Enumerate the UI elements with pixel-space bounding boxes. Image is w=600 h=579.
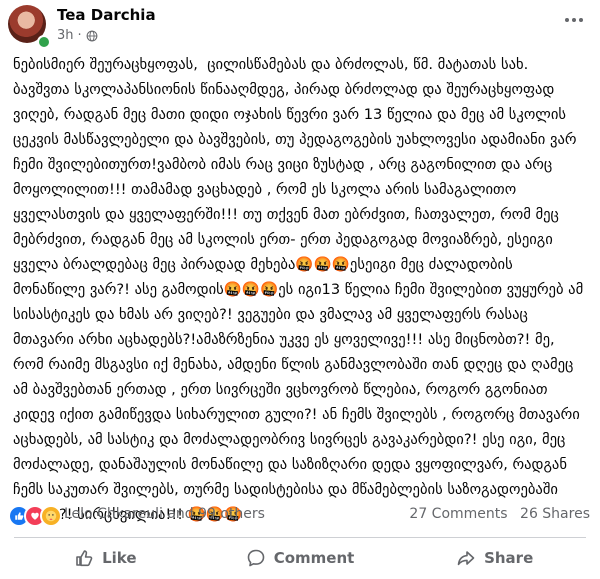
comment-label: Comment: [273, 549, 355, 567]
meta-separator: ·: [77, 28, 82, 43]
dot-icon: [579, 18, 583, 22]
engagement-counts: 27 Comments 26 Shares: [401, 506, 590, 522]
post-header: Tea Darchia 3h ·: [8, 4, 592, 49]
comment-button[interactable]: Comment: [203, 540, 398, 576]
comment-icon: [247, 549, 265, 567]
facebook-post: Tea Darchia 3h · ნებისმიერ შეურაცხყოფას,…: [0, 0, 600, 579]
dot-icon: [572, 18, 576, 22]
share-button[interactable]: Share: [397, 540, 592, 576]
share-icon: [457, 551, 475, 566]
more-options-button[interactable]: [558, 4, 590, 36]
shares-count[interactable]: 26 Shares: [520, 506, 590, 522]
reaction-names[interactable]: Lelo Chkareuli and 99 others: [64, 506, 265, 522]
care-reaction-icon[interactable]: [40, 505, 62, 527]
author-name[interactable]: Tea Darchia: [57, 6, 156, 24]
post-time[interactable]: 3h: [57, 28, 74, 43]
reaction-icons[interactable]: [8, 505, 62, 527]
action-bar: Like Comment Share: [8, 540, 592, 576]
post-meta: 3h ·: [57, 28, 98, 43]
share-label: Share: [484, 549, 534, 567]
like-label: Like: [102, 549, 137, 567]
dot-icon: [565, 18, 569, 22]
divider: [14, 537, 586, 538]
reactions-bar: Lelo Chkareuli and 99 others 27 Comments…: [8, 504, 592, 527]
like-button[interactable]: Like: [8, 540, 203, 576]
online-status-dot: [37, 35, 51, 49]
thumbs-up-icon: [76, 550, 93, 567]
post-body: ნებისმიერ შეურაცხყოფას, ცილისწამებას და …: [13, 56, 588, 523]
globe-icon[interactable]: [86, 30, 98, 42]
comments-count[interactable]: 27 Comments: [409, 506, 507, 522]
